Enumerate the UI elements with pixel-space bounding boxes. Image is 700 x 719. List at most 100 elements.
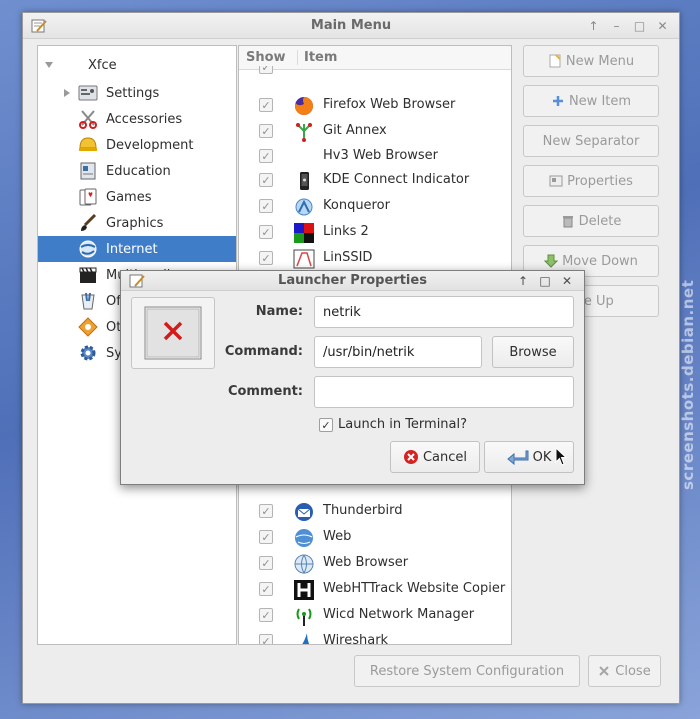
browse-label: Browse	[509, 344, 557, 360]
show-checkbox[interactable]: ✓	[259, 504, 273, 518]
item-label: WebHTTrack Website Copier	[323, 581, 506, 596]
games-icon	[78, 187, 98, 207]
tree-item-label: Internet	[106, 241, 158, 257]
tree-root-label: Xfce	[88, 57, 117, 73]
office-icon	[78, 291, 98, 311]
tree-item-internet[interactable]: Internet	[38, 236, 236, 262]
tree-item-label: Education	[106, 163, 171, 179]
dialog-titlebar[interactable]: Launcher Properties ↑ □ ✕	[121, 271, 584, 291]
tree-item-development[interactable]: Development	[38, 132, 236, 158]
show-checkbox[interactable]: ✓	[259, 173, 273, 187]
tree-item-settings[interactable]: Settings	[38, 80, 236, 106]
item-label: Web Browser	[323, 555, 409, 570]
properties-label: Properties	[567, 173, 633, 189]
titlebar[interactable]: Main Menu ↑ – □ ✕	[23, 13, 679, 39]
list-row-web-browser[interactable]: ✓ Web Browser	[239, 550, 511, 576]
list-row-links2[interactable]: ✓ Links 2	[239, 219, 511, 245]
ok-label: OK	[532, 449, 552, 465]
show-checkbox[interactable]: ✓	[259, 251, 273, 265]
web-browser-icon	[294, 554, 314, 575]
list-row-konqueror[interactable]: ✓ Konqueror	[239, 193, 511, 219]
tree-item-accessories[interactable]: Accessories	[38, 106, 236, 132]
close-window-button[interactable]: ✕	[654, 17, 671, 34]
list-row-webhttrack[interactable]: ✓ WebHTTrack Website Copier	[239, 576, 511, 602]
launch-in-terminal-label[interactable]: Launch in Terminal?	[338, 417, 467, 432]
show-checkbox[interactable]: ✓	[259, 582, 273, 596]
show-checkbox[interactable]: ✓	[259, 98, 273, 112]
launcher-properties-dialog: Launcher Properties ↑ □ ✕ Name: netrik C…	[120, 270, 585, 485]
show-checkbox[interactable]: ✓	[259, 634, 273, 644]
item-label: Links 2	[323, 224, 369, 239]
other-icon	[78, 317, 98, 337]
show-checkbox[interactable]: ✓	[259, 530, 273, 544]
webhttrack-icon	[294, 580, 314, 600]
expanded-arrow-icon[interactable]	[44, 60, 54, 70]
watermark: screenshots.debian.net	[676, 240, 700, 490]
command-field[interactable]: /usr/bin/netrik	[314, 336, 482, 368]
graphics-icon	[78, 213, 98, 233]
konqueror-icon	[295, 198, 313, 216]
tree-item-games[interactable]: Games	[38, 184, 236, 210]
internet-icon	[78, 239, 98, 259]
comment-field[interactable]	[314, 376, 574, 408]
minimize-button[interactable]: –	[608, 17, 625, 34]
development-icon	[78, 135, 98, 155]
list-row-firefox[interactable]: ✓ Firefox Web Browser	[239, 92, 511, 118]
dialog-close-button[interactable]: ✕	[558, 273, 576, 289]
show-checkbox[interactable]: ✓	[259, 608, 273, 622]
item-label: Thunderbird	[323, 503, 403, 518]
multimedia-icon	[78, 265, 98, 285]
collapsed-arrow-icon[interactable]	[62, 88, 72, 98]
settings-icon	[78, 83, 98, 103]
browse-button[interactable]: Browse	[492, 336, 574, 368]
list-row-thunderbird[interactable]: ✓ Thunderbird	[239, 498, 511, 524]
tree-item-label: Of	[106, 293, 121, 309]
properties-button[interactable]: Properties	[523, 165, 659, 197]
item-label: Hv3 Web Browser	[323, 148, 439, 163]
tree-item-education[interactable]: Education	[38, 158, 236, 184]
tree-root[interactable]: Xfce	[38, 52, 236, 78]
wireshark-icon	[302, 633, 310, 644]
tree-item-graphics[interactable]: Graphics	[38, 210, 236, 236]
list-row-hv3[interactable]: ✓ Hv3 Web Browser	[239, 143, 511, 169]
list-row-wireshark[interactable]: ✓ Wireshark	[239, 628, 511, 644]
new-menu-button[interactable]: New Menu	[523, 45, 659, 77]
show-checkbox[interactable]: ✓	[259, 225, 273, 239]
item-label: Konqueror	[323, 198, 390, 213]
launch-in-terminal-checkbox[interactable]: ✓	[319, 418, 333, 432]
restore-system-configuration-button[interactable]: Restore System Configuration	[354, 655, 580, 687]
list-row-git-annex[interactable]: ✓ Git Annex	[239, 118, 511, 144]
column-show-header[interactable]: Show	[246, 50, 286, 65]
roll-up-button[interactable]: ↑	[585, 17, 602, 34]
list-row-linssid[interactable]: ✓ LinSSID	[239, 245, 511, 271]
item-label: LinSSID	[323, 250, 373, 265]
name-field[interactable]: netrik	[314, 296, 574, 328]
tree-item-label: Development	[106, 137, 194, 153]
delete-button[interactable]: Delete	[523, 205, 659, 237]
new-item-button[interactable]: New Item	[523, 85, 659, 117]
show-checkbox[interactable]: ✓	[259, 149, 273, 163]
properties-icon	[549, 175, 563, 187]
cancel-label: Cancel	[422, 449, 468, 465]
show-checkbox[interactable]: ✓	[259, 199, 273, 213]
show-checkbox[interactable]: ✓	[259, 556, 273, 570]
dialog-maximize-button[interactable]: □	[536, 273, 554, 289]
item-label: Firefox Web Browser	[323, 97, 456, 112]
list-row-web[interactable]: ✓ Web	[239, 524, 511, 550]
trash-icon	[562, 216, 573, 228]
dialog-roll-up-button[interactable]: ↑	[514, 273, 532, 289]
tree-item-label: Games	[106, 189, 152, 205]
list-row-kdeconnect[interactable]: ✓ KDE Connect Indicator	[239, 167, 511, 193]
item-label: Wicd Network Manager	[323, 607, 475, 622]
cancel-button[interactable]: Cancel	[390, 441, 480, 473]
new-separator-button[interactable]: New Separator	[523, 125, 659, 157]
show-checkbox[interactable]: ✓	[259, 124, 273, 138]
item-label: KDE Connect Indicator	[323, 172, 470, 187]
list-row-wicd[interactable]: ✓ Wicd Network Manager	[239, 602, 511, 628]
show-checkbox[interactable]: ✓	[259, 66, 273, 74]
maximize-button[interactable]: □	[631, 17, 648, 34]
close-button[interactable]: Close	[588, 655, 661, 687]
close-label: Close	[615, 663, 651, 679]
comment-label: Comment:	[227, 384, 303, 399]
column-item-header[interactable]: Item	[297, 50, 337, 65]
